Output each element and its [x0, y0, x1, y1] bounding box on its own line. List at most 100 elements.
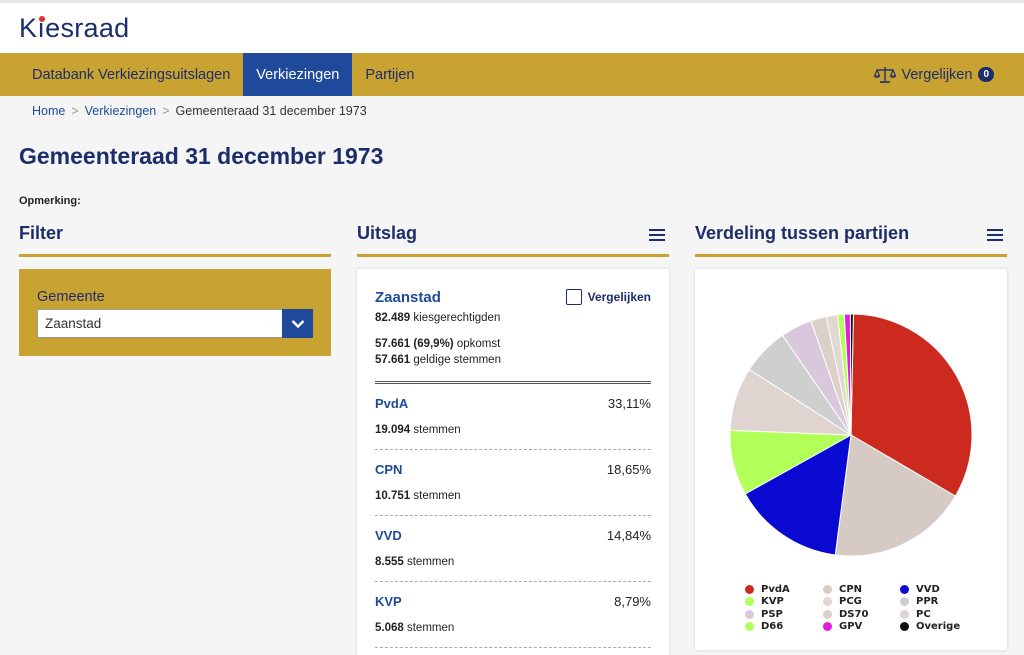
legend-swatch — [823, 585, 832, 594]
legend-label: CPN — [839, 584, 863, 595]
main-navigation: Databank Verkiezingsuitslagen Verkiezing… — [0, 53, 1024, 96]
compare-checkbox[interactable]: Vergelijken — [565, 289, 651, 305]
breadcrumb: Home > Verkiezingen > Gemeenteraad 31 decemb… — [32, 104, 367, 118]
kiesraad-logo[interactable]: Kı esraad — [19, 13, 129, 44]
scales-icon — [873, 66, 896, 83]
breadcrumb-current: Gemeenteraad 31 december 1973 — [175, 104, 367, 118]
municipality-select-value: Zaanstad — [45, 316, 102, 331]
breadcrumb-verkiezingen[interactable]: Verkiezingen — [85, 104, 157, 118]
legend-swatch — [745, 585, 754, 594]
distribution-heading: Verdeling tussen partijen — [695, 223, 1007, 257]
filter-heading-text: Filter — [19, 223, 64, 243]
checkbox-icon — [565, 289, 582, 305]
municipality-label: Gemeente — [37, 289, 105, 305]
select-dropdown-button[interactable] — [282, 309, 313, 338]
party-row: PvdA 33,11% 19.094 stemmen — [375, 384, 651, 450]
breadcrumb-home[interactable]: Home — [32, 104, 65, 118]
legend-swatch — [745, 597, 754, 607]
compare-label: Vergelijken — [901, 66, 973, 83]
nav-databank[interactable]: Databank Verkiezingsuitslagen — [0, 53, 243, 96]
legend-swatch — [900, 585, 909, 594]
breadcrumb-separator: > — [162, 104, 170, 118]
legend-item-kvp[interactable]: KVP — [745, 596, 784, 607]
legend-label: PPR — [916, 596, 939, 608]
result-heading-text: Uitslag — [357, 223, 418, 243]
legend-label: Overige — [916, 620, 961, 632]
legend-label: PC — [916, 608, 931, 620]
legend-label: PSP — [761, 608, 783, 620]
turnout-number: 57.661 (69,9%) — [375, 338, 454, 350]
logo-text-end: esraad — [45, 13, 130, 43]
eligible-number: 82.489 — [375, 312, 411, 324]
party-percentage: 18,65% — [606, 462, 651, 477]
legend-item-pcg[interactable]: PCG — [823, 596, 862, 607]
legend-swatch — [745, 621, 754, 631]
municipality-select[interactable]: Zaanstad — [37, 309, 313, 338]
pie-chart — [729, 313, 973, 557]
compare-link[interactable]: Vergelijken 0 — [873, 53, 994, 96]
compare-count-badge: 0 — [978, 67, 994, 82]
eligible-label: kiesgerechtigden — [413, 312, 501, 324]
legend-label: D66 — [761, 620, 784, 632]
compare-checkbox-label: Vergelijken — [587, 290, 651, 304]
legend-item-psp[interactable]: PSP — [745, 609, 783, 620]
chart-menu-icon[interactable] — [987, 229, 1003, 244]
legend-label: DS70 — [839, 608, 869, 620]
legend-item-pc[interactable]: PC — [900, 609, 931, 620]
site-header: Kı esraad — [0, 0, 1024, 53]
logo-letter-i: ı — [37, 13, 46, 43]
party-votes: 8.555 — [375, 556, 404, 568]
party-votes: 10.751 — [375, 490, 411, 502]
legend-item-pvda[interactable]: PvdA — [745, 584, 790, 595]
party-votes: 5.068 — [375, 622, 404, 634]
distribution-heading-text: Verdeling tussen partijen — [695, 223, 910, 243]
logo-text-start: K — [19, 13, 38, 43]
legend-swatch — [823, 621, 832, 631]
legend-swatch — [900, 621, 909, 631]
remark-label: Opmerking: — [19, 195, 81, 207]
party-name[interactable]: KVP — [375, 594, 651, 609]
result-menu-icon[interactable] — [649, 229, 665, 244]
legend-item-ppr[interactable]: PPR — [900, 596, 938, 607]
legend-item-gpv[interactable]: GPV — [823, 621, 862, 632]
valid-votes-number: 57.661 — [375, 354, 411, 366]
votes-suffix: stemmen — [413, 490, 461, 502]
votes-suffix: stemmen — [413, 424, 461, 436]
legend-swatch — [823, 597, 832, 607]
legend-swatch — [900, 597, 909, 607]
party-votes: 19.094 — [375, 424, 411, 436]
votes-suffix: stemmen — [406, 622, 455, 634]
party-row: CPN 18,65% 10.751 stemmen — [375, 450, 651, 516]
legend-item-cpn[interactable]: CPN — [823, 584, 862, 595]
page-title: Gemeenteraad 31 december 1973 — [19, 143, 384, 169]
legend-swatch — [745, 609, 754, 619]
nav-verkiezingen[interactable]: Verkiezingen — [243, 53, 353, 96]
chart-card: PvdA CPN VVD KVP PCG PPR PSP DS70 PC D66 GPV Overig… — [695, 269, 1007, 650]
legend-item-vvd[interactable]: VVD — [900, 584, 940, 595]
turnout-label: opkomst — [456, 338, 501, 350]
party-percentage: 8,79% — [614, 594, 651, 609]
party-row: KVP 8,79% 5.068 stemmen — [375, 582, 651, 648]
party-percentage: 14,84% — [606, 528, 651, 543]
logo-dot — [39, 16, 46, 22]
party-percentage: 33,11% — [607, 396, 651, 411]
eligible-stat: 82.489 kiesgerechtigden — [375, 310, 651, 326]
legend-label: KVP — [761, 596, 784, 608]
filter-heading: Filter — [19, 223, 331, 257]
legend-swatch — [823, 609, 832, 619]
valid-votes-label: geldige stemmen — [413, 354, 501, 366]
chevron-down-icon — [291, 319, 304, 328]
legend-item-d66[interactable]: D66 — [745, 621, 783, 632]
filter-panel: Gemeente Zaanstad — [19, 269, 331, 356]
legend-label: VVD — [916, 584, 940, 595]
breadcrumb-separator: > — [71, 104, 79, 118]
nav-partijen[interactable]: Partijen — [352, 53, 427, 96]
legend-label: PCG — [839, 596, 862, 608]
legend-item-ds70[interactable]: DS70 — [823, 609, 868, 620]
party-row: VVD 14,84% 8.555 stemmen — [375, 516, 651, 582]
votes-suffix: stemmen — [406, 556, 455, 568]
legend-label: GPV — [839, 620, 863, 632]
legend-swatch — [900, 609, 909, 619]
legend-item-overige[interactable]: Overige — [900, 621, 960, 632]
result-heading: Uitslag — [357, 223, 669, 257]
